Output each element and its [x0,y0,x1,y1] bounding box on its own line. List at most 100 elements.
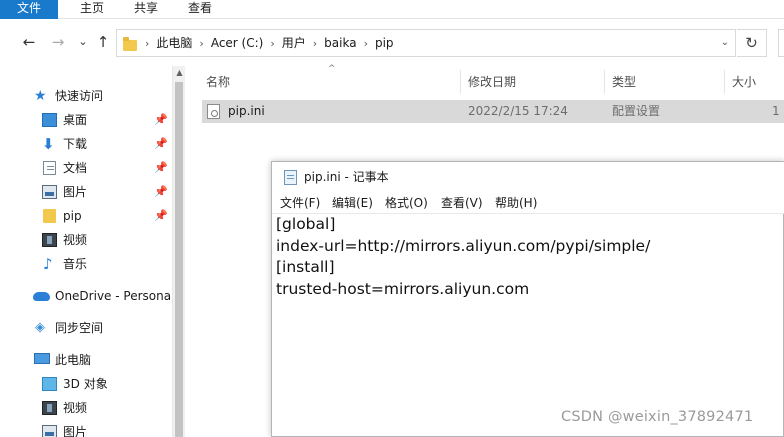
refresh-button[interactable]: ↻ [737,29,767,57]
notepad-window: pip.ini - 记事本 文件(F) 编辑(E) 格式(O) 查看(V) 帮助… [271,161,784,437]
pin-icon[interactable]: 📌 [154,181,168,203]
sidebar-item-desktop[interactable]: 桌面 📌 [0,109,172,131]
sidebar-item-videos-pc[interactable]: 视频 [0,397,172,419]
pin-icon[interactable]: 📌 [154,205,168,227]
menu-item-file[interactable]: 文件(F) [280,192,320,214]
menu-item-view[interactable]: 查看(V) [441,192,483,214]
sidebar-item-label: 视频 [63,233,88,247]
sidebar-item-pictures-pc[interactable]: 图片 [0,421,172,437]
sidebar-scrollbar[interactable]: ▲ [172,66,185,437]
sort-ascending-icon: ^ [328,64,336,74]
sidebar-item-quick-access[interactable]: ★ 快速访问 [0,85,172,107]
notepad-title-bar[interactable]: pip.ini - 记事本 [272,162,784,192]
window-title: pip.ini - 记事本 [304,170,389,184]
pin-icon[interactable]: 📌 [154,109,168,131]
sidebar-item-label: 同步空间 [55,321,104,335]
notepad-menu-bar: 文件(F) 编辑(E) 格式(O) 查看(V) 帮助(H) [272,192,784,214]
column-header-label: 修改日期 [468,75,517,89]
breadcrumb-item[interactable]: 此电脑 [156,36,192,50]
ribbon-tab-home[interactable]: 主页 [72,0,112,19]
navigation-bar: ← → ⌄ ↑ › 此电脑 › Acer (C:) › 用户 › baika › pip ⌄ ↻ [0,20,784,66]
breadcrumb-item[interactable]: pip [375,36,394,50]
column-header-name[interactable]: 名称 [206,70,230,94]
address-bar[interactable]: › 此电脑 › Acer (C:) › 用户 › baika › pip ⌄ [116,29,736,57]
download-icon: ⬇ [42,135,55,153]
sidebar-item-music[interactable]: ♪ 音乐 [0,253,172,275]
column-header-type[interactable]: 类型 [612,70,636,94]
sidebar-item-label: 音乐 [63,257,88,271]
sidebar-item-label: 快速访问 [55,89,104,103]
sidebar-item-label: 此电脑 [55,353,92,367]
breadcrumb-item[interactable]: 用户 [282,36,306,50]
ribbon-tab-file[interactable]: 文件 [0,0,58,19]
onedrive-icon [33,292,50,301]
column-header-label: 类型 [612,75,637,89]
sidebar-item-label: 图片 [63,185,88,199]
pin-icon[interactable]: 📌 [154,133,168,155]
navigation-pane: ★ 快速访问 桌面 📌 ⬇ 下载 📌 文档 📌 图片 📌 pip 📌 视频 ♪ … [0,66,172,437]
menu-item-edit[interactable]: 编辑(E) [332,192,373,214]
sidebar-item-documents[interactable]: 文档 📌 [0,157,172,179]
video-icon [42,401,57,415]
video-icon [42,233,57,247]
column-header-label: 大小 [732,75,757,89]
sync-icon: ◈ [35,320,45,335]
sidebar-item-label: OneDrive - Persona [55,289,172,303]
sidebar-item-label: 下载 [63,137,88,151]
breadcrumb-item[interactable]: Acer (C:) [211,36,264,50]
3d-objects-icon [42,377,57,391]
column-header-size[interactable]: 大小 [732,70,756,94]
up-button[interactable]: ↑ [94,33,112,51]
column-divider[interactable] [604,70,605,94]
back-button[interactable]: ← [20,33,38,51]
ribbon-tab-share[interactable]: 共享 [126,0,166,19]
sidebar-item-videos[interactable]: 视频 [0,229,172,251]
folder-icon [123,37,137,51]
file-name: pip.ini [228,104,265,118]
config-file-icon [207,104,220,119]
search-input[interactable] [778,29,784,57]
breadcrumb-item[interactable]: baika [324,36,356,50]
desktop-icon [42,113,57,127]
sidebar-item-label: 视频 [63,401,88,415]
column-header-label: 名称 [206,75,231,89]
star-icon: ★ [34,88,47,104]
file-size: 1 K [772,104,784,118]
menu-item-format[interactable]: 格式(O) [385,192,428,214]
sidebar-item-label: 3D 对象 [63,377,108,391]
sidebar-item-label: pip [63,209,82,223]
ribbon-tab-view[interactable]: 查看 [180,0,220,19]
picture-icon [42,185,57,199]
document-icon [43,161,56,175]
sidebar-item-this-pc[interactable]: 此电脑 [0,349,172,371]
scrollbar-thumb[interactable] [175,82,183,437]
sidebar-item-onedrive[interactable]: OneDrive - Persona [0,285,172,307]
column-divider[interactable] [460,70,461,94]
this-pc-icon [34,353,50,364]
scroll-up-icon[interactable]: ▲ [173,68,186,77]
column-divider[interactable] [724,70,725,94]
sidebar-item-pictures[interactable]: 图片 📌 [0,181,172,203]
sidebar-item-downloads[interactable]: ⬇ 下载 📌 [0,133,172,155]
picture-icon [42,425,57,437]
sidebar-item-sync-space[interactable]: ◈ 同步空间 [0,317,172,339]
pin-icon[interactable]: 📌 [154,157,168,179]
watermark: CSDN @weixin_37892471 [561,409,754,425]
sidebar-item-pip[interactable]: pip 📌 [0,205,172,227]
sidebar-item-label: 桌面 [63,113,88,127]
sidebar-item-3d-objects[interactable]: 3D 对象 [0,373,172,395]
chevron-down-icon[interactable]: ⌄ [721,30,729,56]
music-icon: ♪ [43,255,53,273]
breadcrumb: › 此电脑 › Acer (C:) › 用户 › baika › pip [145,36,394,50]
forward-button[interactable]: → [49,33,67,51]
notepad-text-area[interactable]: [global] index-url=http://mirrors.aliyun… [276,214,781,436]
file-modified: 2022/2/15 17:24 [468,104,568,118]
folder-icon [43,209,56,223]
sidebar-item-label: 图片 [63,425,88,437]
menu-item-help[interactable]: 帮助(H) [495,192,537,214]
file-type: 配置设置 [612,104,661,118]
notepad-icon [284,170,297,185]
recent-locations-button[interactable]: ⌄ [74,33,92,51]
column-header-modified[interactable]: 修改日期 [468,70,516,94]
table-row[interactable]: pip.ini 2022/2/15 17:24 配置设置 1 K [202,100,784,123]
